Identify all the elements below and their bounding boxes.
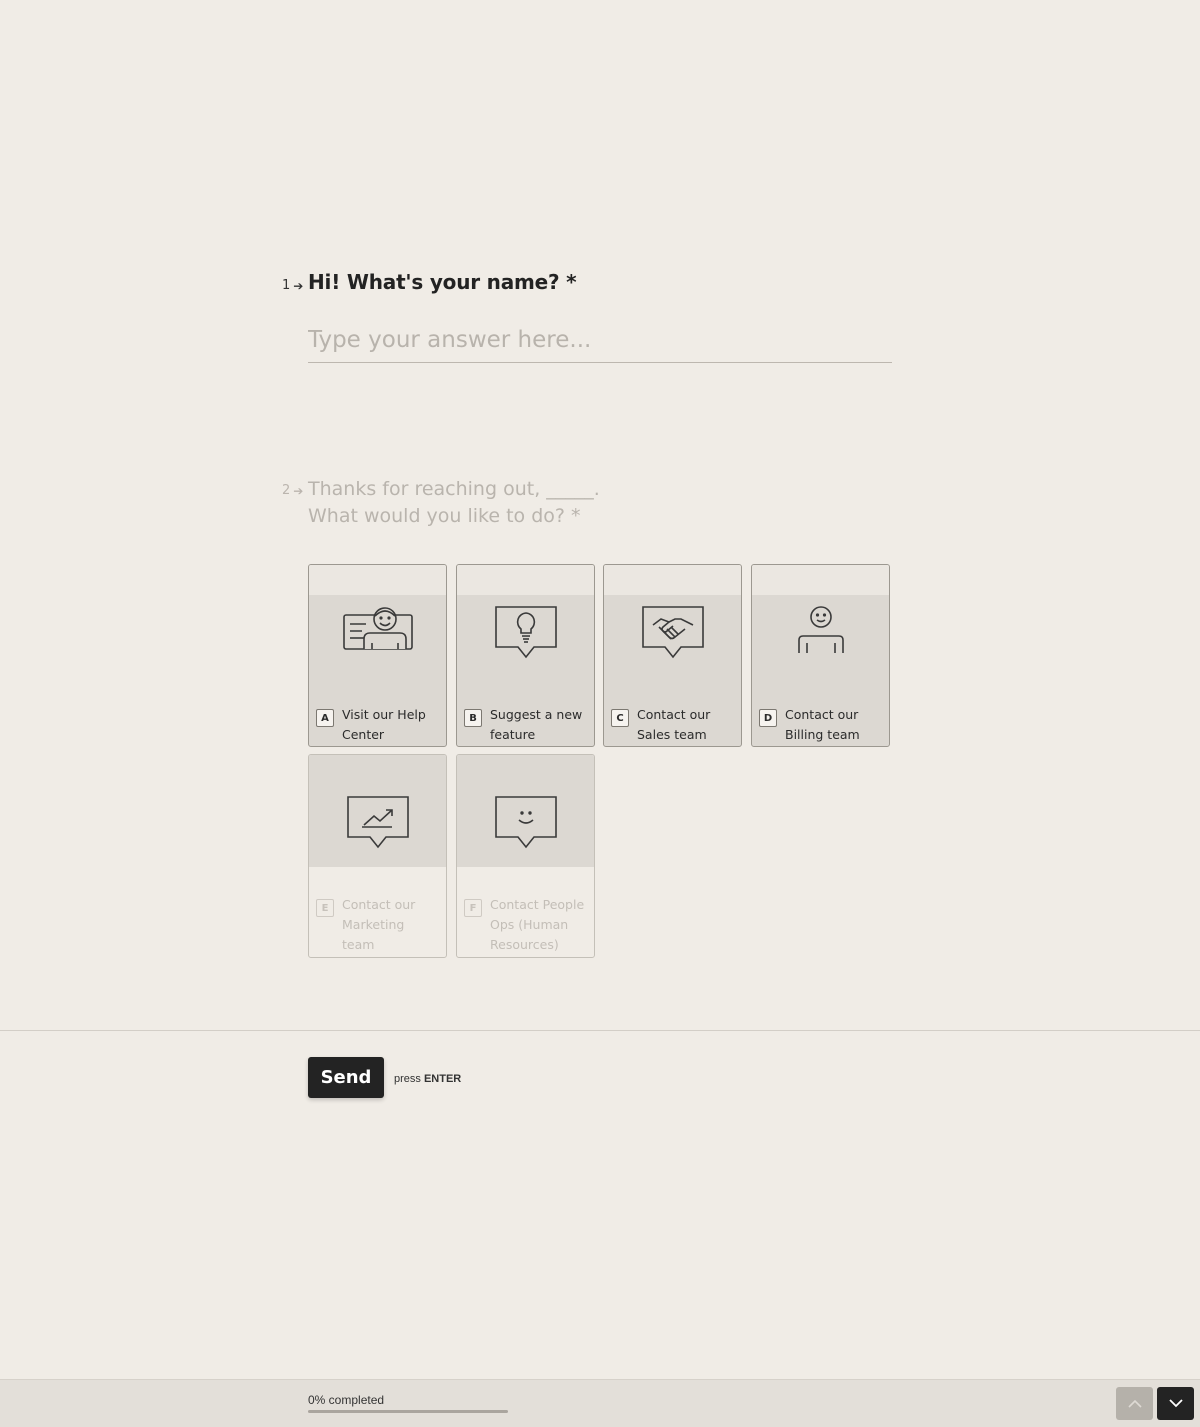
next-question-button[interactable] bbox=[1157, 1387, 1194, 1420]
question-2-title: Thanks for reaching out, _____. What wou… bbox=[308, 476, 600, 530]
name-input[interactable] bbox=[308, 318, 892, 363]
choice-people-ops[interactable]: F Contact People Ops (Human Resources) bbox=[456, 754, 595, 958]
chevron-down-icon bbox=[1168, 1396, 1183, 1411]
choice-key: D bbox=[759, 709, 777, 727]
hint-key: ENTER bbox=[423, 1073, 462, 1085]
handshake-speech-icon bbox=[604, 605, 741, 665]
question-1-title: Hi! What's your name? * bbox=[308, 270, 577, 294]
smile-speech-icon bbox=[457, 795, 594, 855]
question-2-number: 2 ➔ bbox=[282, 483, 303, 498]
question-2-title-line-2: What would you like to do? * bbox=[308, 505, 581, 527]
choice-key: E bbox=[316, 899, 334, 917]
choice-help-center[interactable]: A Visit our Help Center bbox=[308, 564, 447, 747]
previous-question-button[interactable] bbox=[1116, 1387, 1153, 1420]
lightbulb-speech-icon bbox=[457, 605, 594, 665]
choice-marketing-team[interactable]: E Contact our Marketing team bbox=[308, 754, 447, 958]
question-1-number: 1 ➔ bbox=[282, 278, 303, 293]
choice-key: B bbox=[464, 709, 482, 727]
section-divider bbox=[0, 1030, 1200, 1031]
press-enter-hint: press ENTER bbox=[394, 1073, 461, 1085]
choice-key: A bbox=[316, 709, 334, 727]
progress-text: 0% completed bbox=[308, 1393, 385, 1407]
help-center-icon bbox=[309, 605, 446, 665]
choice-sales-team[interactable]: C Contact our Sales team bbox=[603, 564, 742, 747]
person-desk-icon bbox=[752, 605, 889, 665]
progress-footer: 0% completed bbox=[0, 1379, 1200, 1427]
hint-prefix: press bbox=[394, 1073, 421, 1085]
choice-label: Contact our Sales team bbox=[637, 707, 711, 742]
choice-label: Contact our Marketing team bbox=[342, 897, 416, 952]
chevron-up-icon bbox=[1127, 1396, 1142, 1411]
chart-speech-icon bbox=[309, 795, 446, 855]
choice-key: C bbox=[611, 709, 629, 727]
question-2-title-line-1: Thanks for reaching out, _____. bbox=[308, 478, 600, 500]
choice-label: Visit our Help Center bbox=[342, 707, 426, 742]
choice-label: Suggest a new feature bbox=[490, 707, 583, 742]
send-button[interactable]: Send bbox=[308, 1057, 384, 1098]
choice-label: Contact our Billing team bbox=[785, 707, 860, 742]
question-number: 2 bbox=[282, 483, 291, 498]
choice-label: Contact People Ops (Human Resources) bbox=[490, 897, 585, 952]
arrow-right-icon: ➔ bbox=[293, 278, 304, 293]
choice-key: F bbox=[464, 899, 482, 917]
choice-billing-team[interactable]: D Contact our Billing team bbox=[751, 564, 890, 747]
progress-bar bbox=[308, 1410, 508, 1413]
choice-suggest-feature[interactable]: B Suggest a new feature bbox=[456, 564, 595, 747]
question-number: 1 bbox=[282, 278, 291, 293]
arrow-right-icon: ➔ bbox=[293, 483, 304, 498]
